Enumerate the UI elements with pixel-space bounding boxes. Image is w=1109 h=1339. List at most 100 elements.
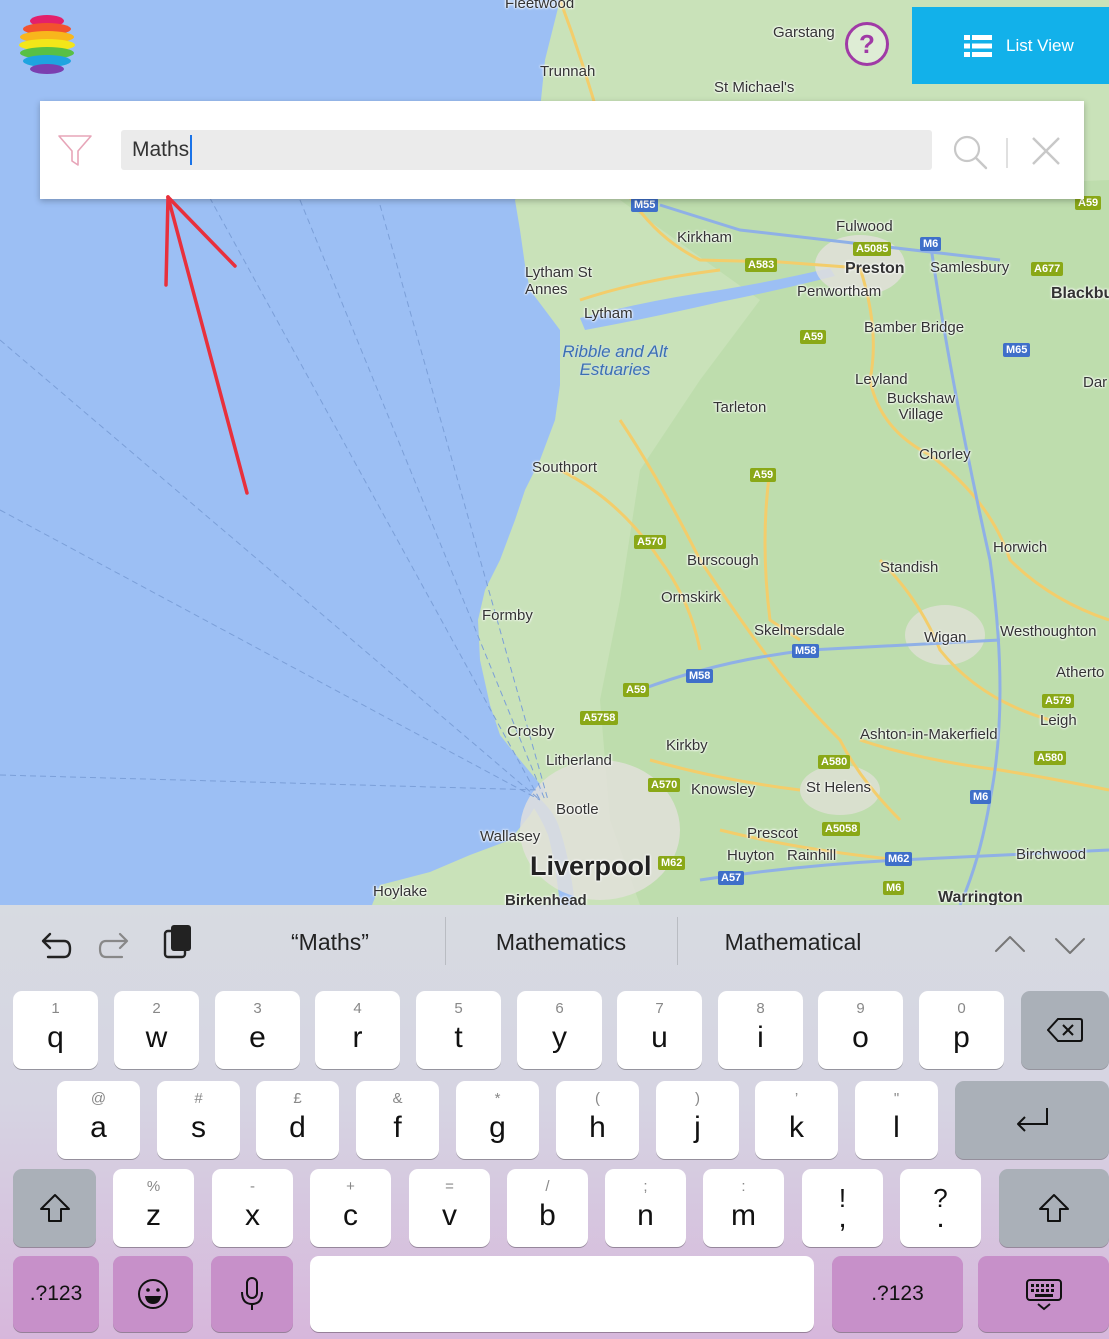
- search-input[interactable]: Maths: [121, 130, 932, 170]
- key[interactable]: 0p: [919, 991, 1004, 1069]
- road-shield: A5058: [822, 822, 861, 836]
- key[interactable]: 4r: [315, 991, 400, 1069]
- key[interactable]: 9o: [818, 991, 903, 1069]
- road-shield: M58: [792, 644, 820, 658]
- place-label: Blackbu: [1051, 285, 1109, 302]
- place-label: Lytham St Annes: [525, 264, 592, 298]
- key[interactable]: 3e: [215, 991, 300, 1069]
- key[interactable]: £ d: [256, 1081, 339, 1159]
- numbers-key-left[interactable]: .?123: [13, 1256, 99, 1332]
- shift-key-right[interactable]: [999, 1169, 1109, 1247]
- key[interactable]: * g: [456, 1081, 539, 1159]
- key-label: f: [393, 1111, 402, 1144]
- suggestion-divider: [445, 917, 446, 965]
- key-hint: =: [445, 1178, 454, 1195]
- space-key[interactable]: [310, 1256, 814, 1332]
- key-label: ,: [838, 1201, 847, 1234]
- key-hint: 9: [856, 1000, 865, 1017]
- place-label: Crosby: [507, 723, 555, 740]
- place-label: Tarleton: [713, 399, 767, 416]
- key[interactable]: ; n: [605, 1169, 686, 1247]
- list-view-button[interactable]: List View: [912, 7, 1109, 84]
- clipboard-paste-icon[interactable]: [158, 921, 198, 961]
- undo-icon[interactable]: [34, 925, 74, 965]
- map-view[interactable]: Fleetwood Garstang Trunnah St Michael's …: [0, 0, 1109, 905]
- key[interactable]: = v: [409, 1169, 490, 1247]
- key[interactable]: 5t: [416, 991, 501, 1069]
- key[interactable]: " l: [855, 1081, 938, 1159]
- chevron-down-icon[interactable]: [1050, 925, 1090, 965]
- key[interactable]: 7u: [617, 991, 702, 1069]
- key[interactable]: ’ k: [755, 1081, 838, 1159]
- key-hint: /: [545, 1178, 550, 1195]
- key-hint: 7: [655, 1000, 664, 1017]
- key[interactable]: @ a: [57, 1081, 140, 1159]
- key-hint: +: [346, 1178, 355, 1195]
- key-hint: 2: [152, 1000, 161, 1017]
- place-label: Huyton: [727, 847, 775, 864]
- emoji-key[interactable]: [113, 1256, 193, 1332]
- key[interactable]: # s: [157, 1081, 240, 1159]
- key[interactable]: !,: [802, 1169, 883, 1247]
- key[interactable]: 2w: [114, 991, 199, 1069]
- key-label: n: [637, 1199, 654, 1232]
- road-shield: A5085: [853, 242, 892, 256]
- emoji-icon: [138, 1279, 168, 1309]
- key[interactable]: -x: [212, 1169, 293, 1247]
- key-hint: -: [250, 1178, 255, 1195]
- road-shield: A5758: [580, 711, 619, 725]
- backspace-key[interactable]: [1021, 991, 1109, 1069]
- place-label: Samlesbury: [930, 259, 1010, 276]
- place-label: Hoylake: [373, 883, 428, 900]
- key-hint: ’: [794, 1090, 799, 1107]
- place-label: Lytham: [584, 305, 633, 322]
- place-label: Garstang: [773, 24, 835, 41]
- search-divider: [1006, 138, 1008, 168]
- app-logo-icon[interactable]: [12, 12, 82, 78]
- road-shield: M62: [885, 852, 913, 866]
- place-label: St Michael's: [714, 79, 795, 96]
- key[interactable]: 1q: [13, 991, 98, 1069]
- dictation-key[interactable]: [211, 1256, 293, 1332]
- place-label: Skelmersdale: [754, 622, 845, 639]
- return-key[interactable]: [955, 1081, 1109, 1159]
- key[interactable]: :m: [703, 1169, 784, 1247]
- key[interactable]: (h: [556, 1081, 639, 1159]
- road-shield: M6: [920, 237, 942, 251]
- road-shield: M58: [686, 669, 714, 683]
- redo-icon[interactable]: [96, 925, 136, 965]
- search-icon[interactable]: [952, 134, 988, 170]
- suggestion-1[interactable]: “Maths”: [230, 923, 430, 961]
- key-label: h: [589, 1111, 606, 1144]
- key-hint: 6: [555, 1000, 564, 1017]
- suggestion-2[interactable]: Mathematics: [450, 923, 672, 961]
- on-screen-keyboard: “Maths” Mathematics Mathematical 1q2w3e4…: [0, 905, 1109, 1339]
- road-shield: A59: [623, 683, 650, 697]
- key[interactable]: & f: [356, 1081, 439, 1159]
- key[interactable]: / b: [507, 1169, 588, 1247]
- key[interactable]: % z: [113, 1169, 194, 1247]
- key[interactable]: + c: [310, 1169, 391, 1247]
- chevron-up-icon[interactable]: [990, 925, 1030, 965]
- key[interactable]: 8i: [718, 991, 803, 1069]
- road-shield: M65: [1003, 343, 1031, 357]
- key[interactable]: ?.: [900, 1169, 981, 1247]
- shift-key-left[interactable]: [13, 1169, 96, 1247]
- key[interactable]: 6y: [517, 991, 602, 1069]
- help-button[interactable]: ?: [845, 22, 889, 66]
- close-icon[interactable]: [1030, 135, 1062, 167]
- key-label: e: [249, 1021, 266, 1054]
- road-shield: A570: [648, 778, 681, 792]
- key-label: l: [893, 1111, 900, 1144]
- key-label: q: [47, 1021, 64, 1054]
- dismiss-keyboard-key[interactable]: [978, 1256, 1109, 1332]
- numbers-key-right[interactable]: .?123: [832, 1256, 963, 1332]
- key-label: i: [757, 1021, 764, 1054]
- filter-icon[interactable]: [56, 131, 94, 169]
- suggestion-3[interactable]: Mathematical: [682, 923, 904, 961]
- key-hint: £: [293, 1090, 302, 1107]
- place-label: Kirkby: [666, 737, 708, 754]
- key-label: j: [694, 1111, 701, 1144]
- key[interactable]: ) j: [656, 1081, 739, 1159]
- suggestion-divider: [677, 917, 678, 965]
